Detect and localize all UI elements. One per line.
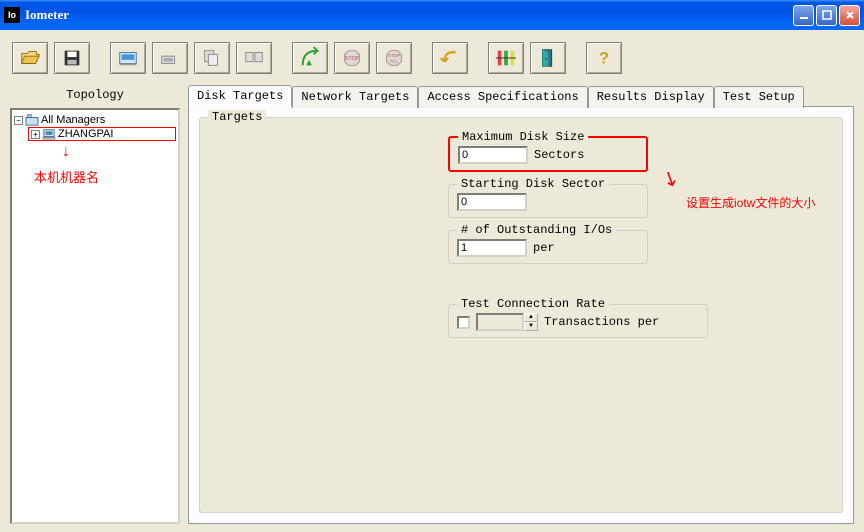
tree-child-label: ZHANGPAI (58, 128, 113, 140)
computer-icon (42, 128, 56, 140)
content-area: Topology − All Managers + ZHANGPAI ↓ 本机机… (10, 84, 854, 524)
tree-root-all-managers[interactable]: − All Managers (14, 114, 176, 126)
test-conn-rate-unit: Transactions per (544, 315, 659, 329)
expand-icon[interactable]: − (14, 116, 23, 125)
spinner-down-button[interactable]: ▼ (524, 322, 538, 331)
outstanding-ios-legend: # of Outstanding I/Os (457, 223, 616, 237)
open-button[interactable] (12, 42, 48, 74)
annotation-disk-size: 设置生成iotw文件的大小 (686, 194, 815, 211)
max-disk-size-unit: Sectors (534, 148, 584, 162)
window-title: Iometer (25, 7, 793, 23)
test-conn-rate-spinner: ▲ ▼ (476, 313, 538, 331)
max-disk-size-legend: Maximum Disk Size (458, 130, 588, 144)
tab-strip: Disk Targets Network Targets Access Spec… (188, 84, 854, 106)
svg-text:ALL: ALL (390, 59, 399, 64)
edit-specs-button[interactable] (488, 42, 524, 74)
reset-button[interactable] (432, 42, 468, 74)
targets-legend: Targets (208, 110, 266, 124)
tab-network-targets[interactable]: Network Targets (292, 86, 418, 108)
tab-disk-targets[interactable]: Disk Targets (188, 85, 292, 107)
topology-panel: Topology − All Managers + ZHANGPAI ↓ 本机机… (10, 84, 180, 524)
test-conn-rate-legend: Test Connection Rate (457, 297, 609, 311)
svg-text:?: ? (599, 50, 609, 68)
tab-test-setup[interactable]: Test Setup (714, 86, 804, 108)
titlebar: Io Iometer (0, 0, 864, 30)
maximize-button[interactable] (816, 5, 837, 26)
svg-text:STOP: STOP (345, 56, 360, 62)
topology-header: Topology (10, 84, 180, 108)
starting-sector-legend: Starting Disk Sector (457, 177, 609, 191)
tree-item-machine[interactable]: + ZHANGPAI (28, 127, 176, 141)
test-conn-rate-checkbox[interactable] (457, 316, 470, 329)
targets-fieldset: Targets Maximum Disk Size Sectors (199, 117, 843, 513)
starting-sector-fieldset: Starting Disk Sector (448, 184, 648, 218)
max-disk-size-input[interactable] (458, 146, 528, 164)
spinner-up-button[interactable]: ▲ (524, 313, 538, 322)
stop-button[interactable]: STOP (334, 42, 370, 74)
toolbar: STOP STOPALL ? (10, 38, 854, 84)
stop-all-button[interactable]: STOPALL (376, 42, 412, 74)
close-button[interactable] (839, 5, 860, 26)
minimize-button[interactable] (793, 5, 814, 26)
topology-tree[interactable]: − All Managers + ZHANGPAI ↓ 本机机器名 (10, 108, 180, 524)
exit-button[interactable] (530, 42, 566, 74)
svg-text:STOP: STOP (388, 53, 400, 58)
save-button[interactable] (54, 42, 90, 74)
outstanding-ios-input[interactable] (457, 239, 527, 257)
network-manager-button[interactable] (152, 42, 188, 74)
test-conn-rate-fieldset: Test Connection Rate ▲ ▼ (448, 304, 708, 338)
help-button[interactable]: ? (586, 42, 622, 74)
tab-content: Targets Maximum Disk Size Sectors (188, 106, 854, 524)
clone-worker-button[interactable] (236, 42, 272, 74)
managers-icon (25, 114, 39, 126)
expand-icon[interactable]: + (31, 130, 40, 139)
disk-manager-button[interactable] (110, 42, 146, 74)
app-icon: Io (4, 7, 20, 23)
starting-sector-input[interactable] (457, 193, 527, 211)
test-conn-rate-value[interactable] (476, 313, 524, 331)
annotation-arrow-icon: ↓ (62, 143, 176, 161)
outstanding-ios-fieldset: # of Outstanding I/Os per (448, 230, 648, 264)
outstanding-ios-unit: per (533, 241, 555, 255)
max-disk-size-fieldset: Maximum Disk Size Sectors (448, 136, 648, 172)
tab-results-display[interactable]: Results Display (588, 86, 714, 108)
tab-access-specifications[interactable]: Access Specifications (418, 86, 587, 108)
copy-worker-button[interactable] (194, 42, 230, 74)
tree-root-label: All Managers (41, 114, 105, 126)
annotation-machine-name: 本机机器名 (34, 167, 176, 186)
window-controls (793, 5, 860, 26)
start-button[interactable] (292, 42, 328, 74)
main-panel: Disk Targets Network Targets Access Spec… (188, 84, 854, 524)
window-body: STOP STOPALL ? Topology − (0, 30, 864, 532)
